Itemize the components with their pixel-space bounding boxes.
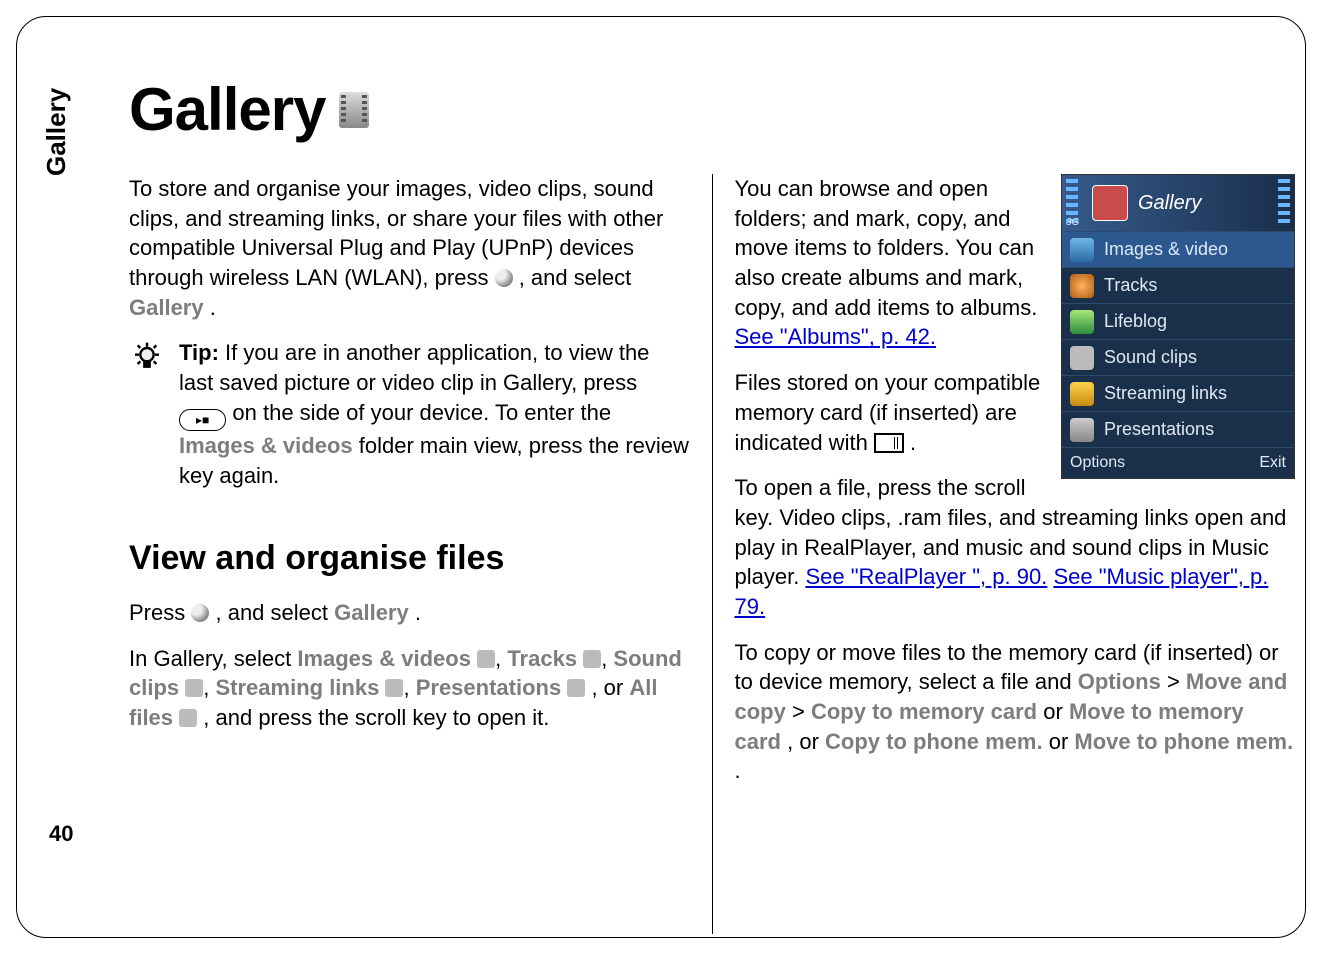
lifeblog-icon [1070, 310, 1094, 334]
page-number: 40 [49, 821, 73, 847]
press-paragraph: Press , and select Gallery . [129, 598, 690, 628]
menu-key-icon [495, 269, 513, 287]
list-or: , or [591, 675, 629, 700]
lightbulb-icon [129, 338, 165, 374]
tracks-icon [583, 650, 601, 668]
tip-block: Tip: If you are in another application, … [129, 338, 690, 506]
streaming-links-icon [1070, 382, 1094, 406]
phone-list-item[interactable]: Streaming links [1062, 375, 1294, 411]
phone-item-label: Tracks [1104, 273, 1157, 297]
link-albums[interactable]: See "Albums", p. 42. [735, 324, 937, 349]
all-files-icon [179, 709, 197, 727]
press-text-c: . [415, 600, 421, 625]
comma-or: , or [787, 729, 825, 754]
phone-item-label: Presentations [1104, 417, 1214, 441]
tip-paragraph: Tip: If you are in another application, … [179, 338, 690, 490]
phone-title-text: Gallery [1138, 190, 1201, 217]
phone-softkey-bar: Options Exit [1062, 447, 1294, 478]
images-videos-icon [477, 650, 495, 668]
copy-to-phone-mem-menu-word: Copy to phone mem. [825, 729, 1043, 754]
folder-list-paragraph: In Gallery, select Images & videos , Tra… [129, 644, 690, 733]
left-column: To store and organise your images, video… [129, 174, 712, 934]
phone-item-label: Sound clips [1104, 345, 1197, 369]
tip-text-b: on the side of your device. To enter the [232, 400, 611, 425]
phone-item-label: Images & video [1104, 237, 1228, 261]
images-videos-menu-word: Images & videos [179, 433, 353, 458]
tracks-icon [1070, 274, 1094, 298]
intro-paragraph: To store and organise your images, video… [129, 174, 690, 322]
page-title: Gallery [129, 75, 1295, 144]
move-to-phone-mem-menu-word: Move to phone mem. [1074, 729, 1293, 754]
sound-clips-icon [1070, 346, 1094, 370]
link-realplayer[interactable]: See "RealPlayer ", p. 90. [805, 564, 1047, 589]
browse-text: You can browse and open folders; and mar… [735, 176, 1038, 320]
memory-card-icon [874, 433, 904, 453]
memcard-text-b: . [910, 430, 916, 455]
streaming-links-icon [385, 679, 403, 697]
content-area: Gallery To store and organise your image… [129, 75, 1295, 913]
intro-text-b: , and select [519, 265, 632, 290]
section-heading: View and organise files [129, 536, 690, 582]
open-file-paragraph: To open a file, press the scroll key. Vi… [735, 473, 1296, 621]
gallery-menu-word: Gallery [129, 295, 204, 320]
right-column: Gallery 3G Images & video Tracks Lifeblo… [712, 174, 1296, 934]
phone-list-item[interactable]: Images & video [1062, 231, 1294, 267]
list-presentations: Presentations [416, 675, 562, 700]
tip-label: Tip: [179, 340, 219, 365]
battery-bars-icon [1278, 179, 1290, 227]
side-tab-label: Gallery [41, 88, 72, 176]
list-tracks: Tracks [507, 646, 577, 671]
gallery-app-icon [1092, 185, 1128, 221]
or-word: or [1049, 729, 1075, 754]
sep: , [601, 646, 613, 671]
presentations-icon [567, 679, 585, 697]
phone-screenshot: Gallery 3G Images & video Tracks Lifeblo… [1061, 174, 1295, 479]
phone-titlebar: Gallery 3G [1062, 175, 1294, 231]
list-images-videos: Images & videos [297, 646, 471, 671]
phone-list-item[interactable]: Presentations [1062, 411, 1294, 447]
sep: , [495, 646, 507, 671]
phone-list-item[interactable]: Lifeblog [1062, 303, 1294, 339]
title-text: Gallery [129, 75, 325, 144]
softkey-exit[interactable]: Exit [1259, 452, 1286, 474]
sep: , [403, 675, 415, 700]
list-streaming-links: Streaming links [216, 675, 380, 700]
images-video-icon [1070, 238, 1094, 262]
review-key-icon: ▸■ [179, 409, 226, 431]
phone-menu-list: Images & video Tracks Lifeblog Sound cli… [1062, 231, 1294, 447]
presentations-icon [1070, 418, 1094, 442]
press-text-a: Press [129, 600, 191, 625]
copy-move-paragraph: To copy or move files to the memory card… [735, 638, 1296, 786]
press-text-b: , and select [215, 600, 334, 625]
intro-text-c: . [210, 295, 216, 320]
list-intro: In Gallery, select [129, 646, 297, 671]
list-tail: , and press the scroll key to open it. [203, 705, 549, 730]
breadcrumb-sep: > [1167, 669, 1186, 694]
sep: , [203, 675, 215, 700]
phone-list-item[interactable]: Tracks [1062, 267, 1294, 303]
phone-item-label: Streaming links [1104, 381, 1227, 405]
copy-to-memory-card-menu-word: Copy to memory card [811, 699, 1037, 724]
sound-clips-icon [185, 679, 203, 697]
tail-dot: . [735, 758, 741, 783]
options-menu-word: Options [1078, 669, 1161, 694]
network-3g-indicator: 3G [1066, 216, 1079, 230]
tip-text-a: If you are in another application, to vi… [179, 340, 649, 395]
page-frame: Gallery 40 Gallery To store and organise… [16, 16, 1306, 938]
or-word: or [1043, 699, 1069, 724]
breadcrumb-sep: > [792, 699, 811, 724]
film-reel-icon [339, 92, 369, 128]
menu-key-icon [191, 604, 209, 622]
softkey-options[interactable]: Options [1070, 452, 1125, 474]
gallery-menu-word: Gallery [334, 600, 409, 625]
phone-item-label: Lifeblog [1104, 309, 1167, 333]
phone-list-item[interactable]: Sound clips [1062, 339, 1294, 375]
two-column-layout: To store and organise your images, video… [129, 174, 1295, 934]
